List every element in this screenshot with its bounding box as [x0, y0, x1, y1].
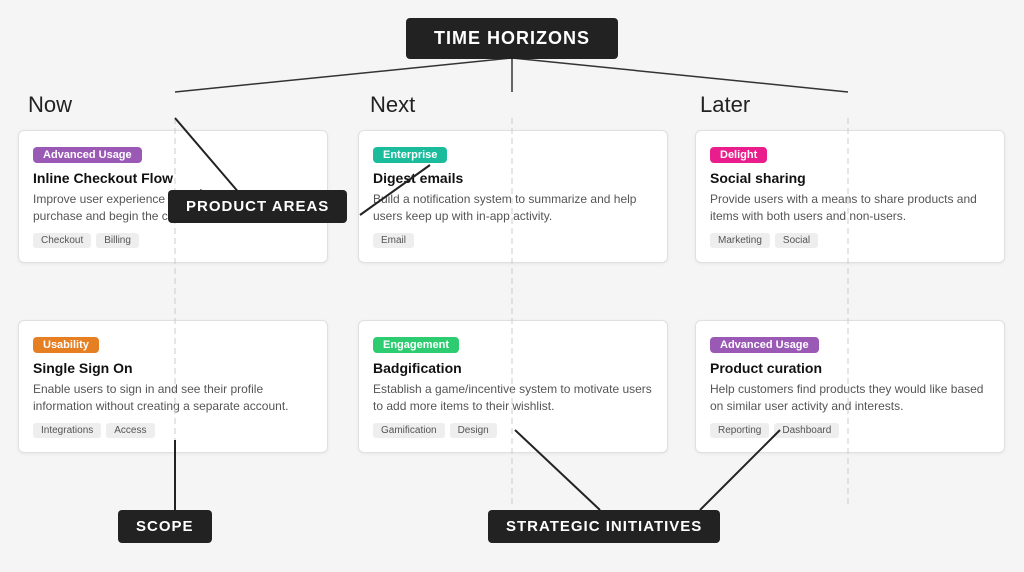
annotation-strategic-initiatives: STRATEGIC INITIATIVES: [488, 510, 720, 543]
annotation-scope: SCOPE: [118, 510, 212, 543]
card-later-2-title: Product curation: [710, 360, 990, 376]
card-next-2-desc: Establish a game/incentive system to mot…: [373, 381, 653, 415]
diagram-container: TIME HORIZONS Now Next Later Advanced Us…: [0, 0, 1024, 572]
card-next-1-tag-1: Email: [373, 233, 414, 248]
card-next-2-tags: Gamification Design: [373, 423, 653, 438]
card-later-1-tag-2: Social: [775, 233, 818, 248]
card-next-1-tags: Email: [373, 233, 653, 248]
card-now-2-tags: Integrations Access: [33, 423, 313, 438]
card-now-1-tag-1: Checkout: [33, 233, 91, 248]
card-next-1-title: Digest emails: [373, 170, 653, 186]
card-later-1-tags: Marketing Social: [710, 233, 990, 248]
card-now-2: Usability Single Sign On Enable users to…: [18, 320, 328, 453]
col-header-later: Later: [700, 92, 750, 118]
card-next-2-tag-1: Gamification: [373, 423, 445, 438]
card-next-2: Engagement Badgification Establish a gam…: [358, 320, 668, 453]
card-now-2-title: Single Sign On: [33, 360, 313, 376]
card-later-2-tags: Reporting Dashboard: [710, 423, 990, 438]
card-next-2-title: Badgification: [373, 360, 653, 376]
card-later-1-tag: Delight: [710, 147, 767, 163]
card-next-1: Enterprise Digest emails Build a notific…: [358, 130, 668, 263]
col-header-now: Now: [28, 92, 72, 118]
card-later-2-tag-2: Dashboard: [774, 423, 839, 438]
card-now-2-tag: Usability: [33, 337, 99, 353]
card-now-1-tag: Advanced Usage: [33, 147, 142, 163]
card-now-1-tags: Checkout Billing: [33, 233, 313, 248]
card-now-1-tag-2: Billing: [96, 233, 139, 248]
col-header-next: Next: [370, 92, 415, 118]
card-now-2-desc: Enable users to sign in and see their pr…: [33, 381, 313, 415]
annotation-product-areas: PRODUCT AREAS: [168, 190, 347, 223]
card-next-2-tag-2: Design: [450, 423, 497, 438]
connector-lines: [0, 0, 1024, 572]
card-later-2-tag-1: Reporting: [710, 423, 769, 438]
card-now-1-title: Inline Checkout Flow: [33, 170, 313, 186]
card-later-1: Delight Social sharing Provide users wit…: [695, 130, 1005, 263]
card-later-2-tag: Advanced Usage: [710, 337, 819, 353]
card-later-2-desc: Help customers find products they would …: [710, 381, 990, 415]
time-horizons-title: TIME HORIZONS: [406, 18, 618, 59]
card-now-2-tag-1: Integrations: [33, 423, 101, 438]
card-later-1-tag-1: Marketing: [710, 233, 770, 248]
card-later-1-desc: Provide users with a means to share prod…: [710, 191, 990, 225]
card-later-2: Advanced Usage Product curation Help cus…: [695, 320, 1005, 453]
card-now-2-tag-2: Access: [106, 423, 154, 438]
card-next-1-tag: Enterprise: [373, 147, 447, 163]
card-next-2-tag: Engagement: [373, 337, 459, 353]
card-next-1-desc: Build a notification system to summarize…: [373, 191, 653, 225]
card-later-1-title: Social sharing: [710, 170, 990, 186]
